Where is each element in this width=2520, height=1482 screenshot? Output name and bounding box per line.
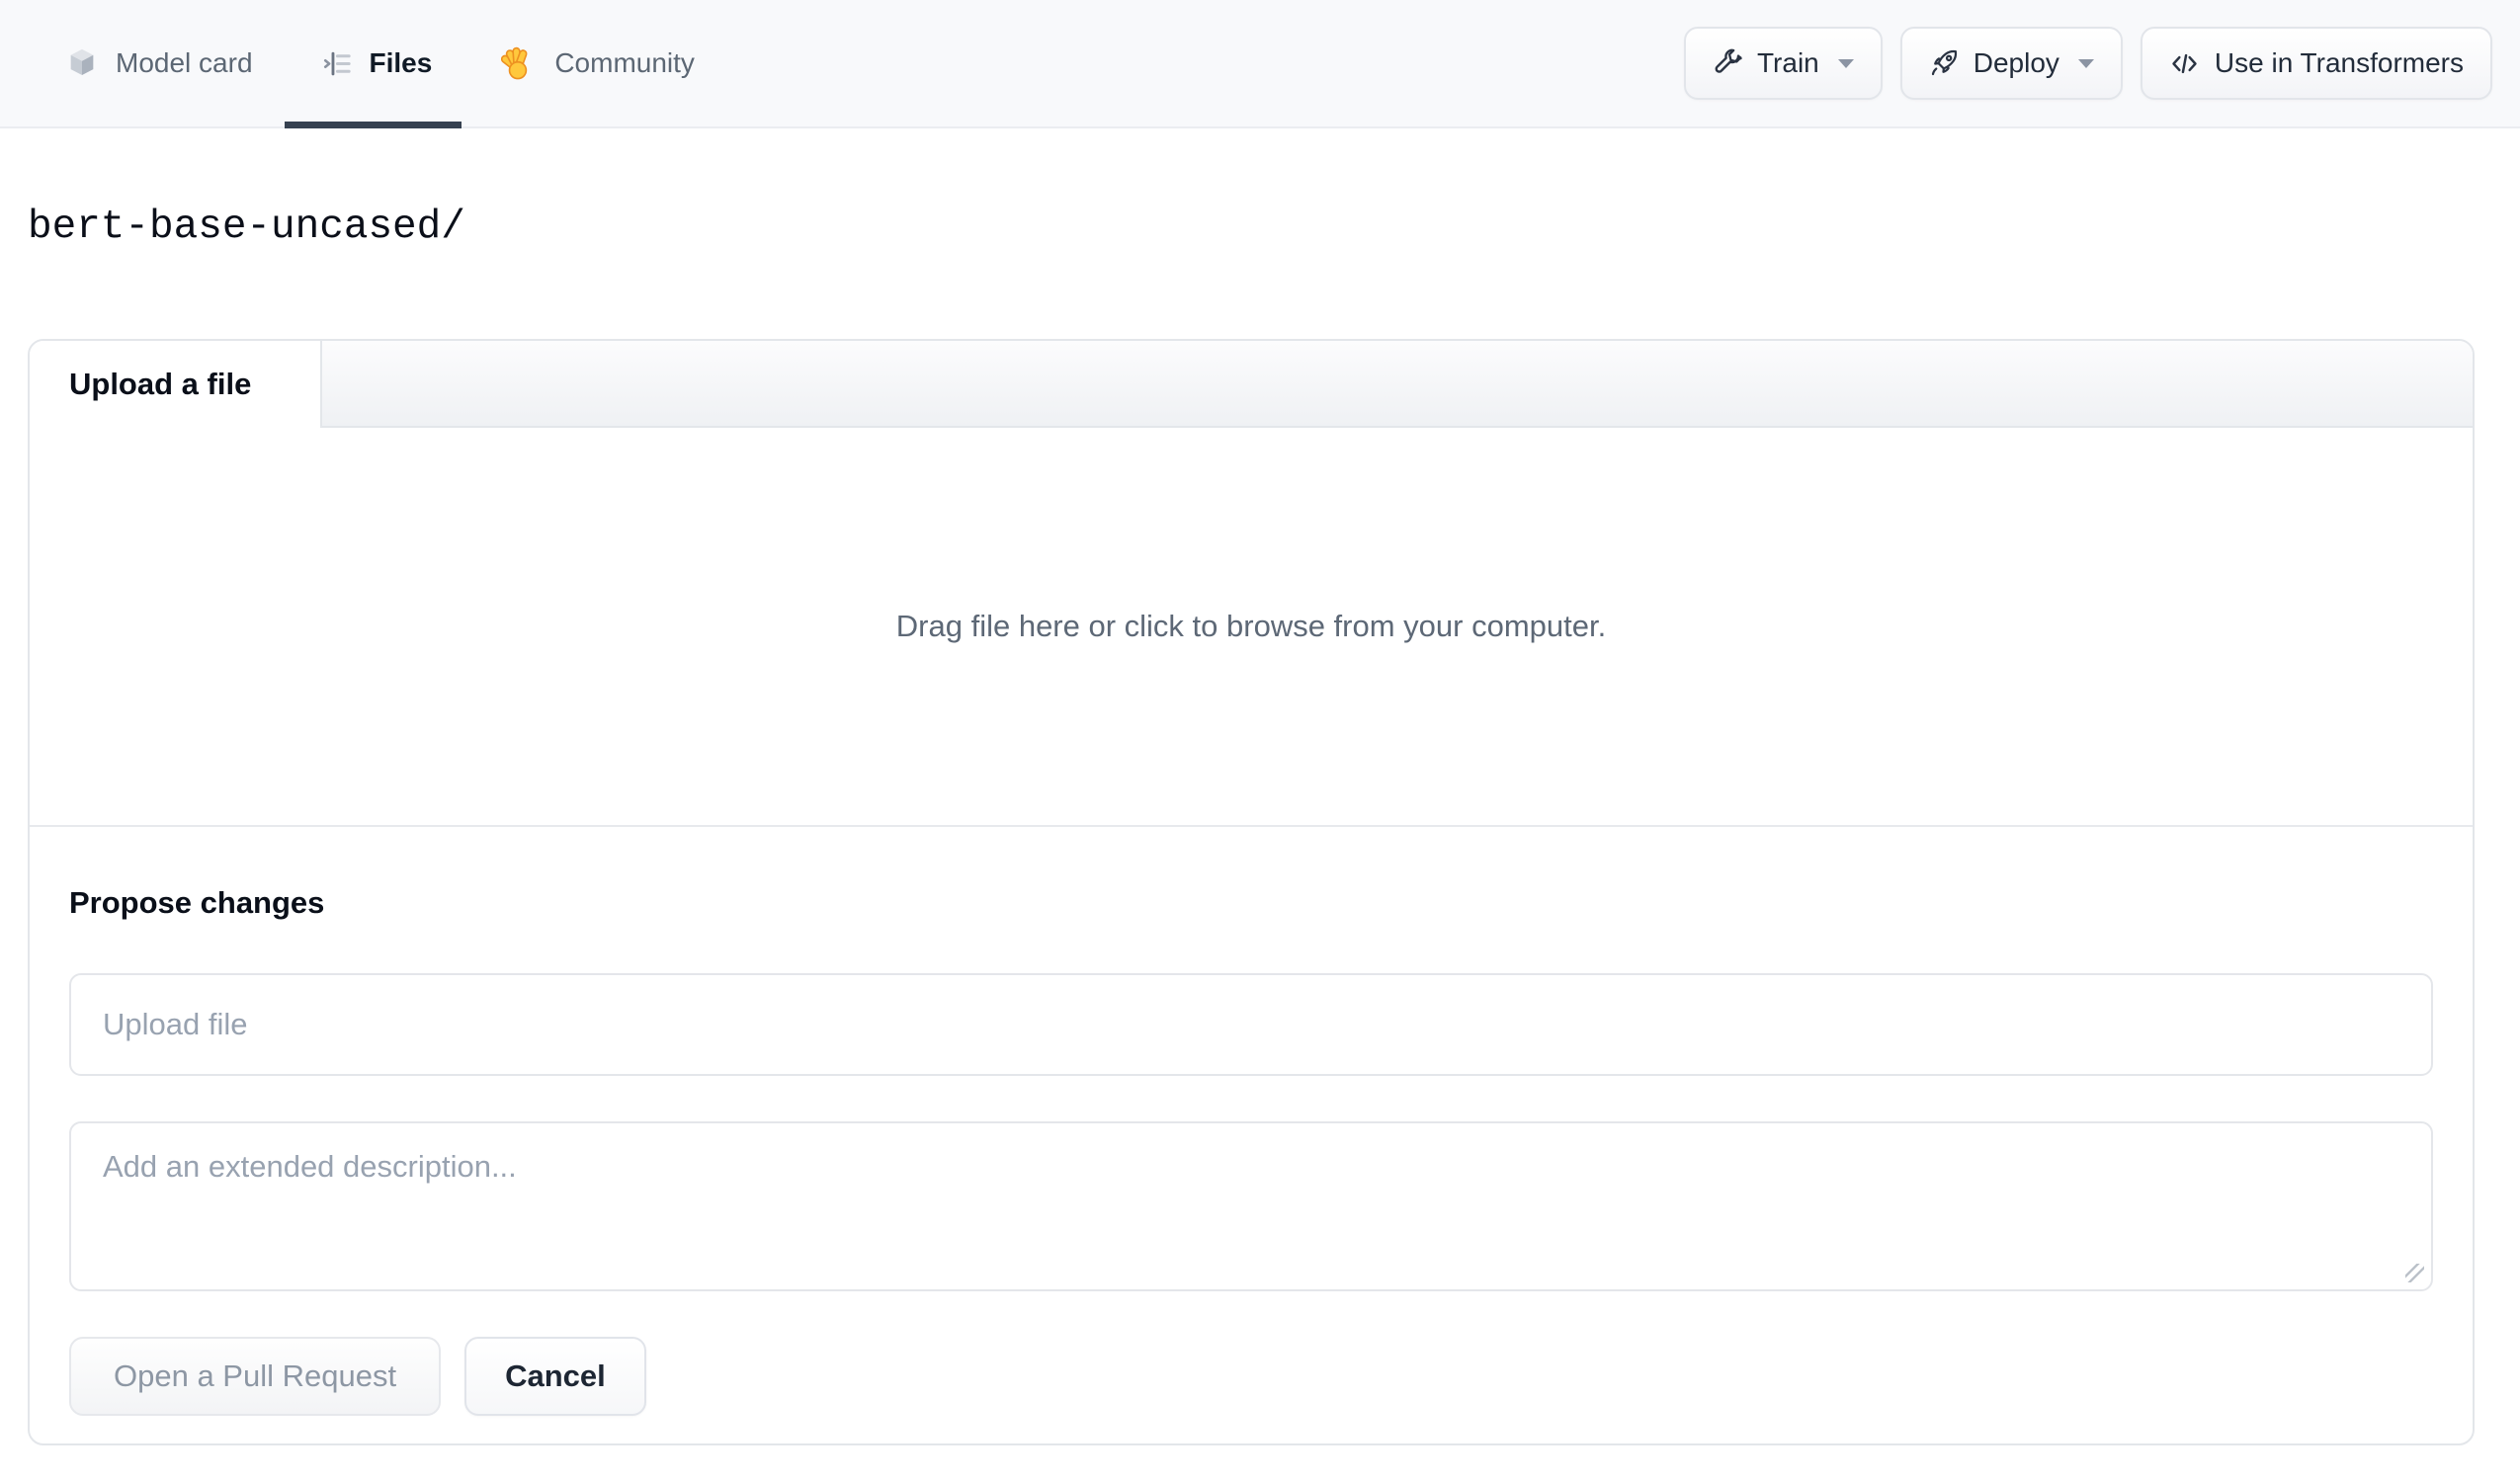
- tab-model-card[interactable]: Model card: [65, 0, 253, 126]
- tab-model-card-label: Model card: [116, 47, 253, 78]
- repo-path: bert-base-uncased/: [28, 205, 465, 250]
- form-actions: Open a Pull Request Cancel: [69, 1337, 2433, 1416]
- file-dropzone[interactable]: Drag file here or click to browse from y…: [30, 428, 2473, 825]
- tab-community-label: Community: [554, 47, 695, 78]
- wrench-icon: [1713, 48, 1742, 78]
- code-icon: [2169, 48, 2200, 79]
- train-button-label: Train: [1756, 47, 1819, 78]
- chevron-down-icon: [1837, 58, 1854, 68]
- extended-description-textarea[interactable]: [69, 1121, 2433, 1291]
- repo-tab-bar: Model card Files Community Train Deploy …: [0, 0, 2520, 128]
- open-pull-request-button[interactable]: Open a Pull Request: [69, 1337, 442, 1416]
- chevron-down-icon: [2077, 58, 2094, 68]
- upload-panel: Upload a file Drag file here or click to…: [28, 339, 2475, 1445]
- waving-hand-icon: [501, 45, 538, 82]
- repo-action-buttons: Train Deploy Use in Transformers: [1683, 0, 2492, 126]
- upload-panel-tabbar: Upload a file: [30, 341, 2473, 428]
- upload-filename-input[interactable]: [69, 973, 2433, 1076]
- deploy-button[interactable]: Deploy: [1899, 27, 2123, 100]
- tab-community[interactable]: Community: [501, 0, 695, 126]
- description-field-wrapper: [69, 1121, 2433, 1291]
- dropzone-hint: Drag file here or click to browse from y…: [895, 609, 1607, 643]
- tab-files-label: Files: [369, 47, 433, 78]
- propose-changes-heading: Propose changes: [69, 885, 325, 920]
- deploy-button-label: Deploy: [1973, 47, 2059, 78]
- cube-icon: [65, 46, 99, 80]
- tabbar-filler: [322, 341, 2473, 428]
- tab-upload-a-file[interactable]: Upload a file: [30, 341, 322, 428]
- use-in-transformers-label: Use in Transformers: [2214, 47, 2464, 78]
- propose-changes-section: Propose changes Open a Pull Request Canc…: [30, 825, 2473, 1443]
- files-list-icon: [322, 48, 353, 79]
- use-in-transformers-button[interactable]: Use in Transformers: [2140, 27, 2492, 100]
- rocket-icon: [1929, 48, 1959, 78]
- cancel-button[interactable]: Cancel: [464, 1337, 646, 1416]
- textarea-resize-handle[interactable]: [2405, 1264, 2424, 1282]
- train-button[interactable]: Train: [1683, 27, 1883, 100]
- repo-tabs: Model card Files Community: [65, 0, 764, 128]
- tab-files[interactable]: Files: [284, 0, 462, 128]
